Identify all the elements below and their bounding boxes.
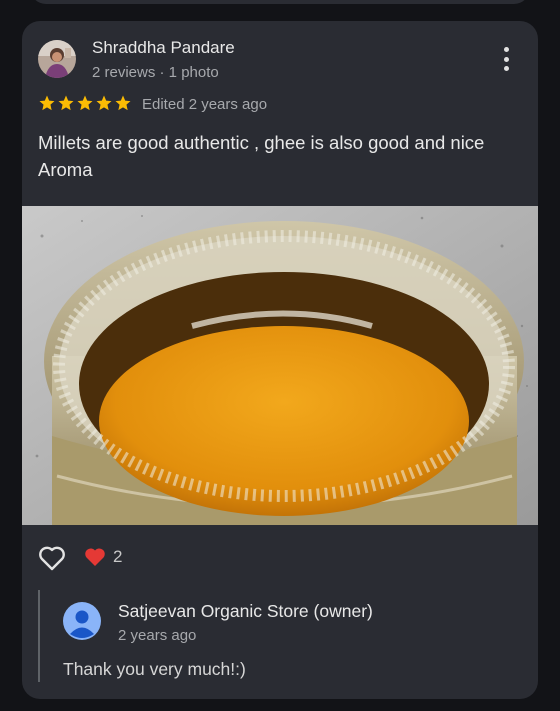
more-vert-dot bbox=[503, 66, 509, 71]
star-icon bbox=[115, 95, 131, 111]
red-heart-icon[interactable] bbox=[84, 547, 106, 567]
edited-timestamp: Edited 2 years ago bbox=[142, 96, 268, 113]
star-rating bbox=[38, 94, 132, 114]
reaction-count: 2 bbox=[113, 547, 123, 566]
reviewer-meta: 2 reviews · 1 photo bbox=[92, 64, 219, 81]
owner-reply-time: 2 years ago bbox=[118, 627, 197, 644]
review-text: Millets are good authentic , ghee is als… bbox=[38, 132, 485, 180]
star-icon bbox=[58, 95, 74, 111]
owner-avatar[interactable] bbox=[63, 602, 101, 640]
star-icon bbox=[77, 95, 93, 111]
previous-review-card bbox=[30, 0, 530, 4]
reviewer-avatar[interactable] bbox=[38, 40, 76, 78]
more-vert-icon bbox=[503, 47, 509, 52]
more-vert-dot bbox=[503, 56, 509, 62]
reviewer-name[interactable]: Shraddha Pandare bbox=[92, 38, 235, 58]
owner-reply-text: Thank you very much!:) bbox=[63, 659, 246, 679]
more-options-button[interactable] bbox=[496, 47, 516, 71]
review-photo[interactable] bbox=[22, 206, 538, 525]
owner-name: Satjeevan Organic Store (owner) bbox=[118, 601, 373, 621]
star-icon bbox=[96, 95, 112, 111]
review-card: Shraddha Pandare 2 reviews · 1 photo Edi… bbox=[22, 21, 538, 699]
heart-outline-icon[interactable] bbox=[38, 545, 66, 571]
owner-reply: Satjeevan Organic Store (owner) 2 years … bbox=[38, 590, 520, 682]
star-icon bbox=[39, 95, 55, 111]
